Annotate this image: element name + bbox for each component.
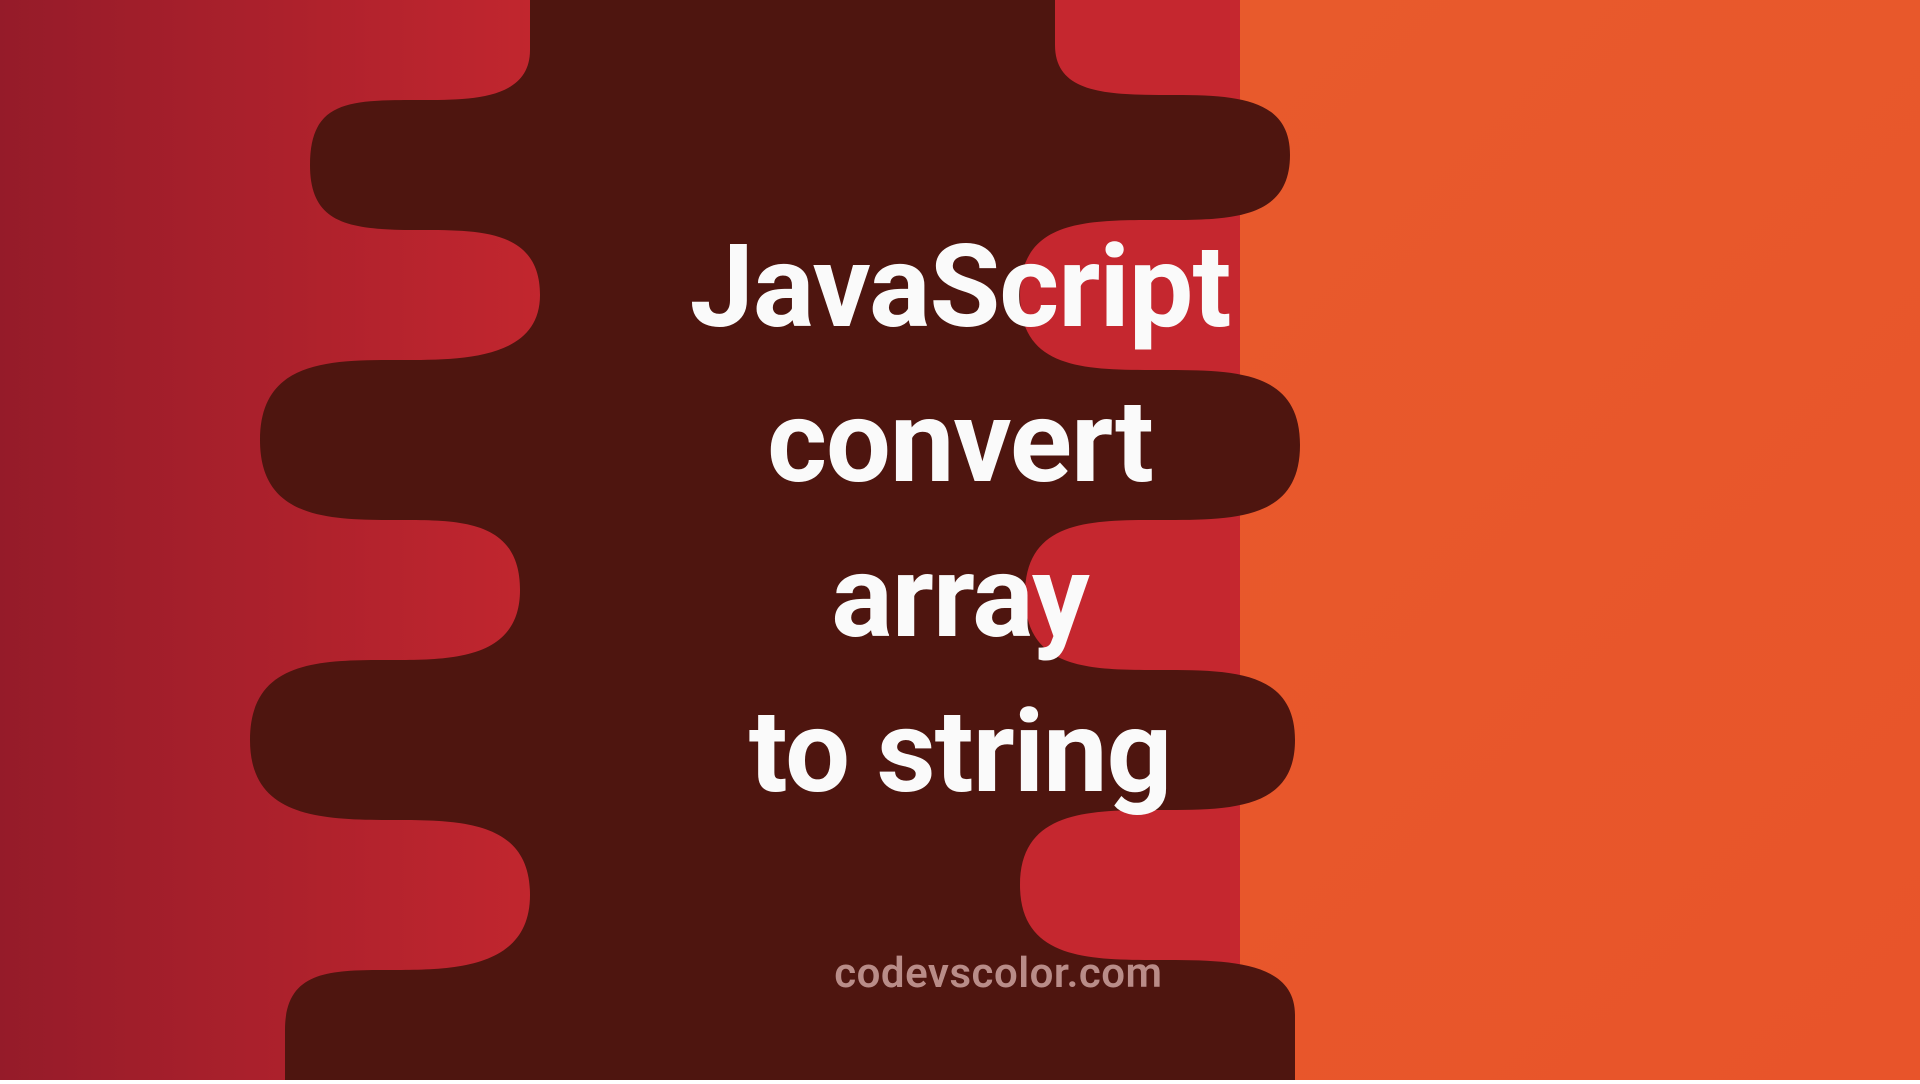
hero-banner: JavaScriptconvertarrayto string codevsco… [0, 0, 1920, 1080]
content-wrapper: JavaScriptconvertarrayto string codevsco… [0, 0, 1920, 1080]
hero-title: JavaScriptconvertarrayto string [690, 210, 1231, 831]
site-caption: codevscolor.com [834, 949, 1162, 998]
